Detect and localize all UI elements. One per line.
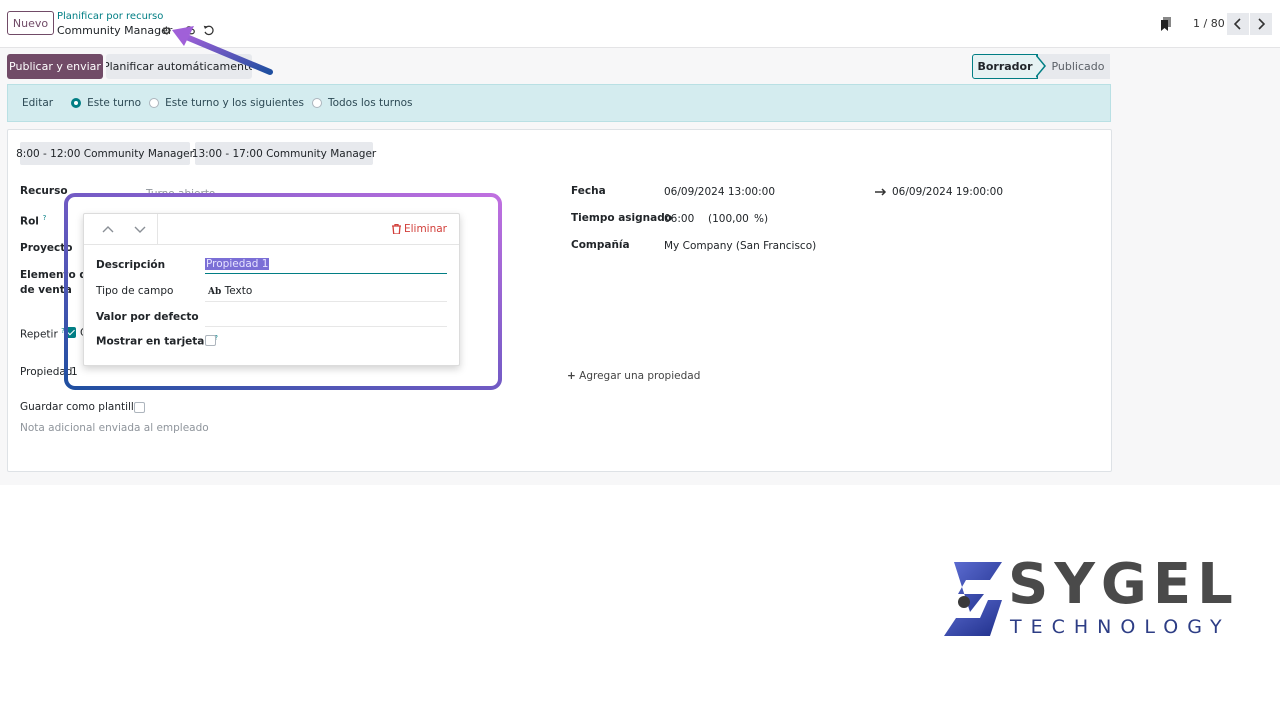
repetir-label-text: Repetir	[20, 328, 58, 341]
arrow-right-icon	[875, 188, 887, 196]
breadcrumb-parent-link[interactable]: Planificar por recurso	[57, 11, 163, 22]
pager-next-button[interactable]	[1250, 13, 1272, 35]
allocated-percent-input[interactable]: (100,00	[708, 213, 749, 225]
field-label-guardar-plantilla: Guardar como plantilla	[20, 401, 141, 413]
logo-wordmark: SYGEL	[1008, 552, 1239, 617]
radio-label: Este turno	[87, 97, 142, 109]
save-template-checkbox[interactable]	[134, 402, 145, 413]
radio-all-shifts[interactable]: Todos los turnos	[311, 97, 413, 109]
field-label-compania: Compañía	[571, 239, 630, 251]
edit-scope-bar: Editar Este turno Este turno y los sigui…	[7, 84, 1111, 122]
breadcrumb-current: Community Manager	[57, 24, 173, 37]
plus-icon: +	[567, 370, 576, 382]
status-arrow-fill	[1035, 55, 1044, 77]
logo-tagline: TECHNOLOGY	[1010, 616, 1231, 638]
field-label-recurso: Recurso	[20, 185, 68, 197]
highlight-frame	[64, 193, 502, 390]
status-step-draft[interactable]: Borrador	[972, 54, 1038, 79]
allocated-percent-unit: %)	[754, 213, 769, 225]
radio-unchecked-icon	[311, 98, 322, 108]
sygel-logo-icon	[944, 562, 1002, 636]
radio-label: Este turno y los siguientes	[165, 97, 304, 109]
pager-previous-button[interactable]	[1227, 13, 1249, 35]
bookmark-stack-icon[interactable]	[1160, 17, 1172, 31]
date-start-input[interactable]: 06/09/2024 13:00:00	[664, 186, 775, 198]
help-tooltip-icon[interactable]: ?	[43, 214, 47, 222]
template-button-afternoon[interactable]: 13:00 - 17:00 Community Manager	[192, 142, 376, 165]
field-label-rol: Rol ?	[20, 214, 46, 228]
allocated-hours-input[interactable]: 06:00	[664, 213, 694, 225]
rol-label-text: Rol	[20, 215, 39, 228]
field-label-fecha: Fecha	[571, 185, 606, 197]
radio-this-shift[interactable]: Este turno	[71, 97, 141, 109]
radio-label: Todos los turnos	[327, 97, 413, 109]
add-property-label: Agregar una propiedad	[579, 370, 701, 382]
chevron-left-icon	[1234, 18, 1241, 30]
pager-value[interactable]: 1 / 80	[1193, 17, 1225, 30]
radio-unchecked-icon	[149, 98, 160, 108]
publish-send-button[interactable]: Publicar y enviar	[7, 54, 103, 79]
field-label-repetir: Repetir ?	[20, 327, 65, 341]
field-label-tiempo-asignado: Tiempo asignado	[571, 212, 672, 224]
status-step-published[interactable]: Publicado	[1038, 54, 1110, 79]
radio-this-and-following[interactable]: Este turno y los siguientes	[149, 97, 304, 109]
radio-checked-icon	[71, 98, 82, 108]
annotation-arrow-icon	[172, 26, 273, 75]
add-property-button[interactable]: + Agregar una propiedad	[567, 370, 700, 382]
company-input[interactable]: My Company (San Francisco)	[664, 240, 816, 252]
new-button[interactable]: Nuevo	[7, 11, 54, 35]
template-button-morning[interactable]: 8:00 - 12:00 Community Manager	[16, 142, 194, 165]
edit-scope-label: Editar	[22, 97, 54, 109]
chevron-right-icon	[1258, 18, 1265, 30]
date-end-input[interactable]: 06/09/2024 19:00:00	[892, 186, 1003, 198]
note-input[interactable]: Nota adicional enviada al empleado	[20, 422, 209, 434]
